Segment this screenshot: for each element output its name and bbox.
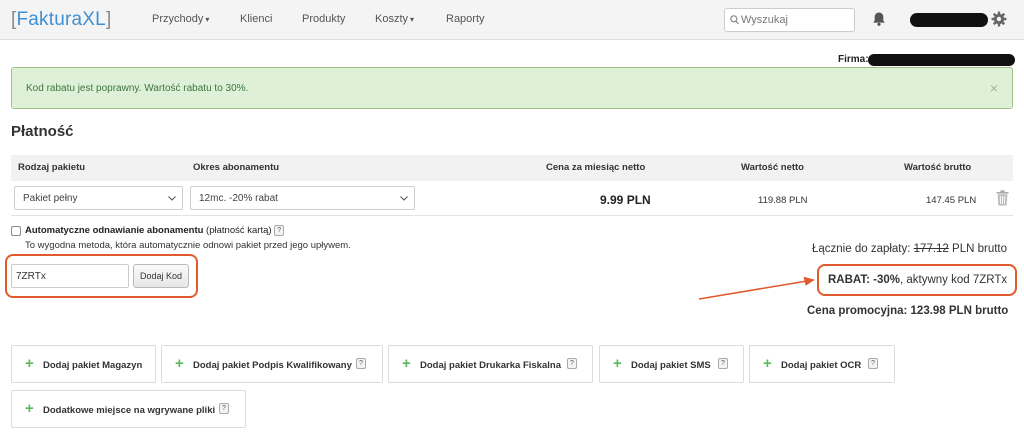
column-header-net-value: Wartość netto [741, 162, 804, 173]
trash-icon[interactable] [996, 190, 1009, 206]
auto-renew-label: Automatyczne odnawianie abonamentu (płat… [25, 225, 285, 236]
chevron-down-icon [400, 196, 408, 201]
auto-renew-description: To wygodna metoda, która automatycznie o… [25, 240, 351, 251]
add-coupon-button[interactable]: Dodaj Kod [133, 264, 189, 288]
page-title: Płatność [11, 123, 74, 140]
search-icon [730, 15, 739, 25]
plus-icon: + [175, 355, 184, 372]
help-icon[interactable]: ? [219, 403, 229, 414]
help-icon[interactable]: ? [567, 358, 577, 369]
logo[interactable]: [FakturaXL] [11, 9, 111, 31]
column-header-gross-value: Wartość brutto [904, 162, 972, 173]
bell-icon[interactable] [872, 11, 886, 27]
column-header-package: Rodzaj pakietu [18, 162, 86, 173]
add-extra-storage-button[interactable]: + Dodatkowe miejsce na wgrywane pliki ? [11, 390, 246, 428]
close-icon[interactable]: × [990, 80, 998, 96]
add-package-drukarka-button[interactable]: + Dodaj pakiet Drukarka Fiskalna ? [388, 345, 593, 383]
table-header [11, 155, 1013, 181]
company-label: Firma: [838, 54, 869, 65]
chevron-down-icon: ▾ [205, 15, 210, 24]
help-icon[interactable]: ? [274, 225, 285, 236]
column-header-period: Okres abonamentu [193, 162, 280, 173]
help-icon[interactable]: ? [868, 358, 878, 369]
add-package-magazyn-button[interactable]: + Dodaj pakiet Magazyn [11, 345, 156, 383]
period-select[interactable]: 12mc. -20% rabat [190, 186, 415, 210]
plus-icon: + [25, 400, 34, 417]
nav-item-przychody[interactable]: Przychody ▾ [152, 13, 209, 25]
alert-message: Kod rabatu jest poprawny. Wartość rabatu… [26, 83, 249, 94]
help-icon[interactable]: ? [718, 358, 728, 369]
plus-icon: + [763, 355, 772, 372]
company-name-redacted [868, 54, 1015, 66]
nav-item-koszty[interactable]: Koszty ▾ [375, 13, 414, 25]
add-package-sms-button[interactable]: + Dodaj pakiet SMS ? [599, 345, 744, 383]
success-alert: Kod rabatu jest poprawny. Wartość rabatu… [11, 67, 1013, 109]
gross-value: 147.45 PLN [926, 195, 977, 206]
search-box [724, 8, 855, 32]
plus-icon: + [402, 355, 411, 372]
discount-info: RABAT: -30%, aktywny kod 7ZRTx [828, 274, 1008, 286]
search-input[interactable] [741, 12, 851, 28]
help-icon[interactable]: ? [356, 358, 366, 369]
nav-item-klienci[interactable]: Klienci [240, 13, 272, 25]
row-divider [11, 215, 1013, 216]
monthly-price: 9.99 PLN [600, 193, 651, 207]
add-package-podpis-button[interactable]: + Dodaj pakiet Podpis Kwalifikowany ? [161, 345, 383, 383]
net-value: 119.88 PLN [758, 195, 808, 206]
arrow-annotation [698, 276, 815, 300]
top-navbar: [FakturaXL] Przychody ▾ Klienci Produkty … [0, 0, 1024, 40]
add-package-ocr-button[interactable]: + Dodaj pakiet OCR ? [749, 345, 895, 383]
total-to-pay: Łącznie do zapłaty: 177.12 PLN brutto [812, 243, 1008, 255]
promo-price: Cena promocyjna: 123.98 PLN brutto [807, 305, 1009, 317]
package-select[interactable]: Pakiet pełny [14, 186, 183, 210]
chevron-down-icon: ▾ [410, 15, 415, 24]
plus-icon: + [25, 355, 34, 372]
nav-item-raporty[interactable]: Raporty [446, 13, 485, 25]
plus-icon: + [613, 355, 622, 372]
coupon-code-input[interactable] [11, 264, 129, 288]
nav-item-produkty[interactable]: Produkty [302, 13, 345, 25]
chevron-down-icon [168, 196, 176, 201]
auto-renew-checkbox[interactable] [11, 226, 21, 236]
column-header-monthly-price: Cena za miesiąc netto [546, 162, 646, 173]
gear-icon[interactable] [991, 11, 1007, 27]
user-name-redacted[interactable] [910, 13, 988, 27]
